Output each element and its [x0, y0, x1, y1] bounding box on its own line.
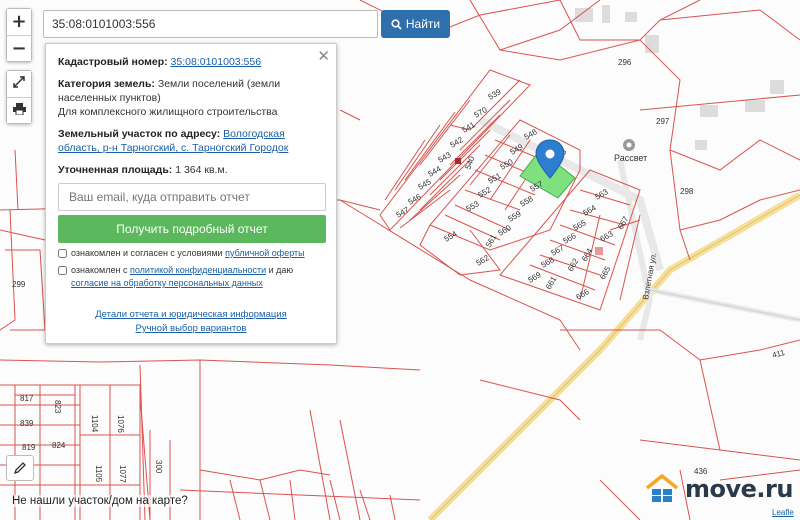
- offer-consent-text: ознакомлен и согласен с условиями: [71, 248, 223, 258]
- parcel-label: 299: [12, 280, 26, 289]
- parcel-label: 1077: [118, 465, 127, 483]
- zoom-out-button[interactable]: −: [7, 35, 31, 61]
- parcel-label: 298: [680, 187, 694, 196]
- tool-controls: [6, 70, 32, 124]
- parcel-label: 1105: [94, 465, 103, 483]
- print-button[interactable]: [7, 97, 31, 123]
- offer-consent-checkbox[interactable]: [58, 249, 67, 258]
- house-logo-icon: [645, 474, 679, 502]
- expand-icon: [13, 76, 25, 88]
- area-value: 1 364 кв.м.: [175, 164, 228, 176]
- area-row: Уточненная площадь: 1 364 кв.м.: [58, 163, 324, 177]
- parcel-label: 1076: [116, 415, 125, 433]
- parcel-info-panel: ✕ Кадастровый номер: 35:08:0101003:556 К…: [45, 43, 337, 344]
- close-icon[interactable]: ✕: [317, 47, 330, 65]
- get-report-button[interactable]: Получить подробный отчет: [58, 215, 326, 243]
- leaflet-attribution-link[interactable]: Leafle: [772, 508, 794, 517]
- panel-links: Детали отчета и юридическая информация Р…: [58, 308, 324, 336]
- move-ru-logo[interactable]: move.ru: [645, 474, 793, 504]
- parcel-label: 824: [52, 441, 66, 450]
- parcel-label: 823: [53, 400, 62, 414]
- offer-consent-row: ознакомлен и согласен с условиями публич…: [58, 247, 324, 260]
- place-label: Рассвет: [614, 153, 647, 163]
- cadastral-number-row: Кадастровый номер: 35:08:0101003:556: [58, 55, 324, 69]
- cadastral-number-link[interactable]: 35:08:0101003:556: [171, 56, 262, 68]
- land-category-row: Категория земель: Земли поселений (земли…: [58, 77, 324, 119]
- logo-text: move.ru: [685, 475, 793, 503]
- parcel-label: 839: [20, 419, 34, 428]
- parcel-label: 300: [154, 460, 163, 474]
- privacy-policy-link[interactable]: политикой конфиденциальности: [130, 265, 266, 275]
- draw-tool-button[interactable]: [6, 455, 34, 481]
- zoom-controls: + −: [6, 8, 32, 62]
- parcel-label: 296: [618, 58, 632, 67]
- privacy-consent-row: ознакомлен с политикой конфиденциальност…: [58, 264, 324, 290]
- parcel-feature: [595, 247, 603, 255]
- cadastral-search-input[interactable]: [43, 10, 378, 38]
- privacy-consent-text-2: и даю: [268, 265, 294, 275]
- privacy-consent-checkbox[interactable]: [58, 266, 67, 275]
- land-category-label: Категория земель:: [58, 78, 155, 90]
- parcel-label: 819: [22, 443, 36, 452]
- land-use-value: Для комплексного жилищного строительства: [58, 106, 278, 118]
- parcel-label: 817: [20, 394, 34, 403]
- fullscreen-button[interactable]: [7, 71, 31, 97]
- email-field[interactable]: [58, 183, 326, 211]
- search-icon: [391, 18, 402, 30]
- area-label: Уточненная площадь:: [58, 164, 173, 176]
- zoom-in-button[interactable]: +: [7, 9, 31, 35]
- search-button-label: Найти: [405, 17, 441, 31]
- address-row: Земельный участок по адресу: Вологодская…: [58, 127, 324, 155]
- manual-selection-link[interactable]: Ручной выбор вариантов: [136, 323, 247, 334]
- parcel-label: 1104: [90, 415, 99, 433]
- parcel-label: 297: [656, 117, 670, 126]
- cadastral-number-label: Кадастровый номер:: [58, 56, 168, 68]
- printer-icon: [12, 102, 26, 115]
- parcel-feature: [455, 158, 461, 164]
- report-details-link[interactable]: Детали отчета и юридическая информация: [95, 309, 287, 320]
- pencil-icon: [13, 462, 26, 475]
- address-label: Земельный участок по адресу:: [58, 128, 221, 140]
- search-button[interactable]: Найти: [381, 10, 450, 38]
- public-offer-link[interactable]: публичной оферты: [225, 248, 305, 258]
- privacy-consent-text: ознакомлен с: [71, 265, 128, 275]
- not-found-link[interactable]: Не нашли участок/дом на карте?: [12, 495, 188, 507]
- data-processing-link[interactable]: согласие на обработку персональных данны…: [71, 278, 263, 288]
